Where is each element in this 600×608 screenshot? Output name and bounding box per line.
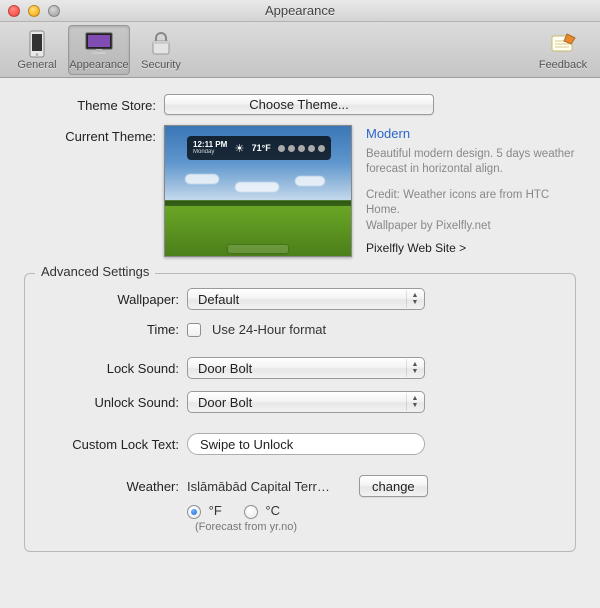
theme-wallpaper-credit: Wallpaper by Pixelfly.net (366, 219, 576, 235)
chevron-updown-icon: ▲▼ (406, 290, 423, 308)
tab-label: Appearance (69, 59, 128, 71)
lock-sound-value: Door Bolt (198, 361, 252, 376)
lock-icon (150, 30, 172, 58)
advanced-legend: Advanced Settings (35, 264, 155, 279)
minimize-icon[interactable] (28, 5, 40, 17)
unit-c-label: °C (265, 503, 280, 518)
unlock-sound-value: Door Bolt (198, 395, 252, 410)
chevron-updown-icon: ▲▼ (406, 359, 423, 377)
zoom-icon (48, 5, 60, 17)
unit-c-radio[interactable] (244, 505, 258, 519)
feedback-button[interactable]: Feedback (532, 25, 594, 75)
feedback-label: Feedback (539, 59, 587, 71)
theme-name: Modern (366, 125, 576, 143)
wallpaper-value: Default (198, 292, 239, 307)
choose-theme-label: Choose Theme... (249, 97, 348, 112)
theme-credit: Credit: Weather icons are from HTC Home. (366, 188, 576, 219)
tab-label: Security (141, 59, 181, 71)
time-24h-checkbox[interactable] (187, 323, 201, 337)
custom-lock-input[interactable]: Swipe to Unlock (187, 433, 425, 455)
window-controls (0, 5, 60, 17)
content: Theme Store: Choose Theme... Current The… (0, 78, 600, 568)
unit-f-radio[interactable] (187, 505, 201, 519)
theme-description: Beautiful modern design. 5 days weather … (366, 147, 576, 178)
unit-f-label: °F (209, 503, 222, 518)
theme-store-label: Theme Store: (24, 94, 164, 113)
titlebar: Appearance (0, 0, 600, 22)
wallpaper-label: Wallpaper: (39, 292, 187, 307)
choose-theme-button[interactable]: Choose Theme... (164, 94, 434, 115)
advanced-settings: Advanced Settings Wallpaper: Default ▲▼ … (24, 273, 576, 552)
custom-lock-label: Custom Lock Text: (39, 437, 187, 452)
current-theme-label: Current Theme: (24, 125, 164, 144)
note-icon (549, 30, 577, 58)
tab-label: General (17, 59, 56, 71)
window-title: Appearance (0, 3, 600, 18)
monitor-icon (84, 30, 114, 58)
toolbar: General Appearance Security Feedback (0, 22, 600, 78)
custom-lock-value: Swipe to Unlock (200, 437, 293, 452)
lock-sound-select[interactable]: Door Bolt ▲▼ (187, 357, 425, 379)
tab-general[interactable]: General (6, 25, 68, 75)
unlock-sound-select[interactable]: Door Bolt ▲▼ (187, 391, 425, 413)
close-icon[interactable] (8, 5, 20, 17)
tab-appearance[interactable]: Appearance (68, 25, 130, 75)
wallpaper-select[interactable]: Default ▲▼ (187, 288, 425, 310)
theme-thumbnail: 12:11 PMMonday ☀ 71°F (164, 125, 352, 257)
theme-info: Modern Beautiful modern design. 5 days w… (366, 125, 576, 257)
time-label: Time: (39, 322, 187, 337)
chevron-updown-icon: ▲▼ (406, 393, 423, 411)
weather-label: Weather: (39, 479, 187, 494)
unlock-sound-label: Unlock Sound: (39, 395, 187, 410)
forecast-note: (Forecast from yr.no) (195, 521, 561, 533)
weather-location: Islāmābād Capital Terr… (187, 479, 349, 494)
time-24h-label: Use 24-Hour format (212, 322, 326, 337)
theme-website-link[interactable]: Pixelfly Web Site > (366, 240, 576, 256)
theme-preview-row: 12:11 PMMonday ☀ 71°F Modern Beautiful m… (164, 125, 576, 257)
tab-security[interactable]: Security (130, 25, 192, 75)
lock-sound-label: Lock Sound: (39, 361, 187, 376)
weather-change-label: change (372, 479, 415, 494)
phone-icon (26, 30, 48, 58)
weather-change-button[interactable]: change (359, 475, 428, 497)
